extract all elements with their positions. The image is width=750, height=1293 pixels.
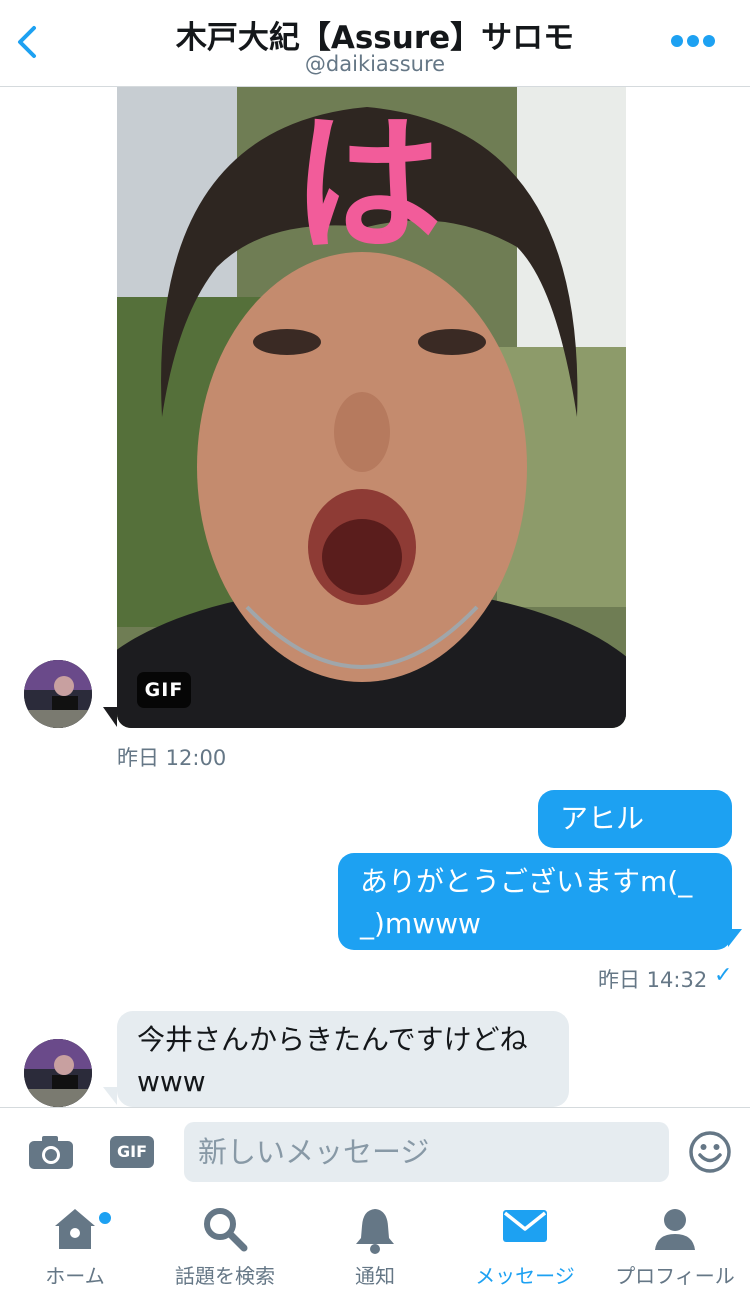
tab-label: メッセージ [475,1264,575,1288]
tab-search[interactable]: 話題を検索 [150,1196,300,1293]
conversation-handle: @daikiassure [304,52,446,76]
incoming-message[interactable]: 今井さんからきたんですけどね www [117,1011,569,1107]
bubble-tail [103,707,117,727]
tab-messages[interactable]: メッセージ [450,1196,600,1293]
message-line: www [137,1065,206,1098]
message-thread[interactable]: は GIF 昨日 12:00 アヒルwww ありがとうございますm(_ _)mw… [0,87,750,1107]
tab-label: 通知 [355,1264,395,1288]
conversation-title[interactable]: 木戸大紀【Assure】サロモ [90,12,660,57]
home-icon [55,1209,95,1249]
tab-notifications[interactable]: 通知 [300,1196,450,1293]
conversation-header: 木戸大紀【Assure】サロモ @daikiassure [0,0,750,87]
message-line: _)mwww [360,907,481,940]
bubble-tail [728,929,742,947]
bubble-tail [103,1087,117,1105]
gif-overlay-text: は [292,99,442,273]
smiley-icon[interactable] [688,1130,732,1174]
gif-image: は [117,87,626,728]
message-line: ありがとうございますm(_ [360,865,693,898]
notification-dot [97,1210,113,1226]
envelope-icon [503,1210,547,1242]
gif-button[interactable]: GIF [110,1136,154,1168]
tab-label: 話題を検索 [175,1264,275,1288]
more-dots-icon[interactable] [670,30,716,52]
avatar[interactable] [24,1039,92,1107]
gif-badge: GIF [137,672,191,708]
tab-profile[interactable]: プロフィール [600,1196,750,1293]
gif-message[interactable]: は GIF [117,87,626,728]
tab-label: ホーム [45,1264,105,1288]
camera-icon[interactable] [28,1134,74,1170]
message-timestamp: 昨日 14:32 [598,968,708,992]
message-line: 今井さんからきたんですけどね [137,1023,528,1056]
avatar[interactable] [24,660,92,728]
tab-home[interactable]: ホーム [0,1196,150,1293]
outgoing-message[interactable]: アヒルwww [538,790,732,893]
outgoing-message[interactable]: ありがとうございますm(_ _)mwww [338,853,732,950]
message-timestamp: 昨日 12:00 [117,746,227,770]
tab-bar: ホーム 話題を検索 通知 メッセージ プロフィール [0,1196,750,1293]
profile-icon [655,1209,695,1250]
tab-label: プロフィール [615,1264,735,1288]
read-check-icon: ✓ [714,963,733,988]
search-icon [204,1208,248,1252]
message-composer: GIF [0,1107,750,1196]
bell-icon [356,1209,394,1254]
message-input[interactable] [184,1122,669,1182]
